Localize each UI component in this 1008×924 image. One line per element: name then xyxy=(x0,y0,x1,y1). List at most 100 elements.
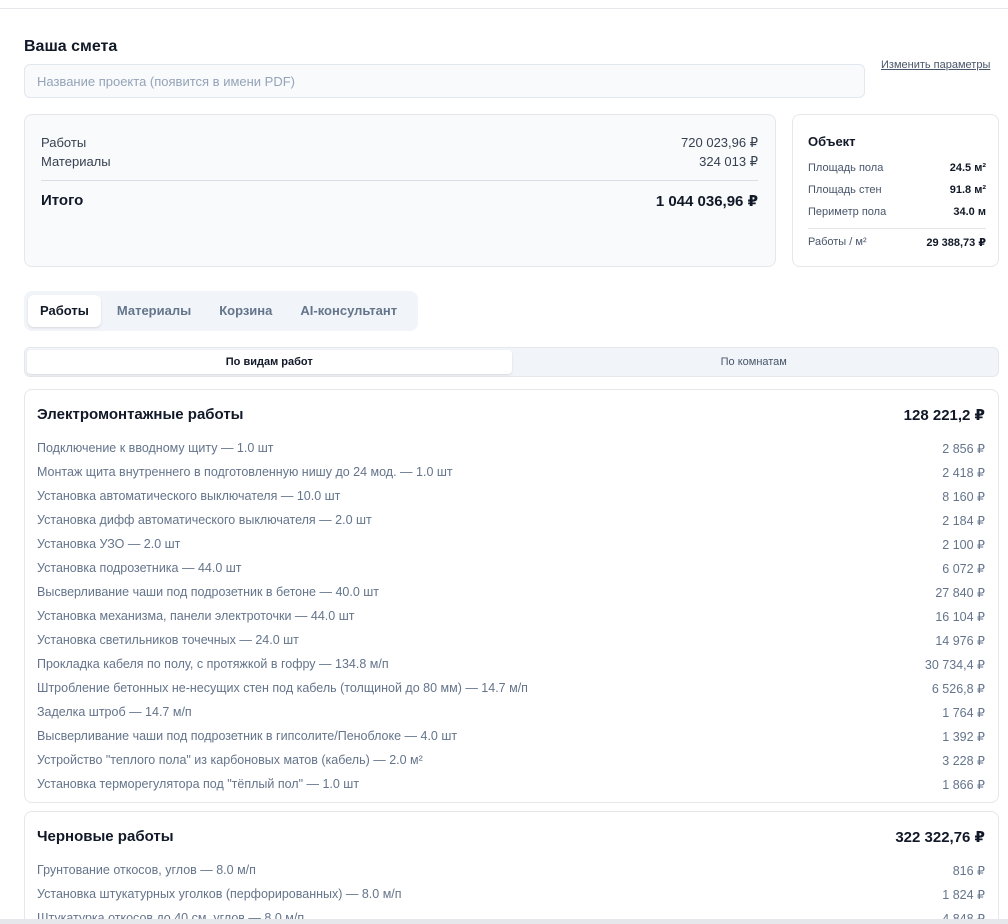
work-item-amount: 1 824 ₽ xyxy=(942,887,985,902)
work-item-name: Подключение к вводному щиту — 1.0 шт xyxy=(37,441,274,455)
group-title: Черновые работы xyxy=(37,828,174,845)
work-item-row: Заделка штроб — 14.7 м/п 1 764 ₽ xyxy=(37,700,985,724)
tab-ai-consultant[interactable]: AI-консультант xyxy=(288,295,409,327)
work-item-row: Прокладка кабеля по полу, с протяжкой в … xyxy=(37,652,985,676)
object-divider xyxy=(808,228,986,229)
work-item-row: Высверливание чаши под подрозетник в гип… xyxy=(37,724,985,748)
object-row-value: 91.8 м² xyxy=(949,184,986,196)
work-group-rough: Черновые работы 322 322,76 ₽ Грунтование… xyxy=(24,811,999,924)
group-total: 128 221,2 ₽ xyxy=(903,407,985,424)
work-item-name: Установка подрозетника — 44.0 шт xyxy=(37,561,242,575)
work-item-name: Установка светильников точечных — 24.0 ш… xyxy=(37,633,299,647)
view-toggle: По видам работ По комнатам xyxy=(24,347,999,377)
summary-works-label: Работы xyxy=(41,135,87,150)
summary-materials-value: 324 013 ₽ xyxy=(699,154,758,169)
summary-total-row: Итого 1 044 036,96 ₽ xyxy=(41,192,758,210)
group-total: 322 322,76 ₽ xyxy=(895,829,985,846)
work-item-amount: 16 104 ₽ xyxy=(935,609,985,624)
summary-divider xyxy=(41,180,758,181)
bottom-edge xyxy=(0,919,1008,924)
work-item-row: Установка УЗО — 2.0 шт 2 100 ₽ xyxy=(37,532,985,556)
work-item-amount: 30 734,4 ₽ xyxy=(924,657,985,672)
work-item-row: Установка автоматического выключателя — … xyxy=(37,484,985,508)
work-item-row: Монтаж щита внутреннего в подготовленную… xyxy=(37,460,985,484)
work-item-name: Заделка штроб — 14.7 м/п xyxy=(37,705,192,719)
work-item-name: Установка УЗО — 2.0 шт xyxy=(37,537,181,551)
work-item-row: Установка подрозетника — 44.0 шт 6 072 ₽ xyxy=(37,556,985,580)
work-item-row: Установка дифф автоматического выключате… xyxy=(37,508,985,532)
work-group-electrical: Электромонтажные работы 128 221,2 ₽ Подк… xyxy=(24,389,999,803)
top-divider xyxy=(0,8,1008,9)
object-wall-area-row: Площадь стен 91.8 м² xyxy=(808,184,986,196)
work-item-row: Установка штукатурных уголков (перфориро… xyxy=(37,882,985,906)
group-item-list: Грунтование откосов, углов — 8.0 м/п 816 … xyxy=(37,858,985,924)
main-tabs: Работы Материалы Корзина AI-консультант xyxy=(24,291,418,331)
object-row-label: Периметр пола xyxy=(808,206,887,218)
work-item-row: Установка терморегулятора под "тёплый по… xyxy=(37,772,985,796)
work-item-amount: 2 418 ₽ xyxy=(942,465,985,480)
tab-cart[interactable]: Корзина xyxy=(207,295,284,327)
object-card: Объект Площадь пола 24.5 м² Площадь стен… xyxy=(792,114,999,267)
work-item-row: Грунтование откосов, углов — 8.0 м/п 816 … xyxy=(37,858,985,882)
tab-works[interactable]: Работы xyxy=(28,295,101,327)
group-title: Электромонтажные работы xyxy=(37,406,244,423)
work-item-amount: 6 072 ₽ xyxy=(942,561,985,576)
work-item-amount: 816 ₽ xyxy=(952,863,985,878)
work-item-name: Установка штукатурных уголков (перфориро… xyxy=(37,887,402,901)
object-row-value: 34.0 м xyxy=(953,206,986,218)
page-title: Ваша смета xyxy=(24,38,118,55)
summary-total-value: 1 044 036,96 ₽ xyxy=(655,193,758,210)
summary-works-value: 720 023,96 ₽ xyxy=(681,135,758,150)
work-item-row: Установка механизма, панели электроточки… xyxy=(37,604,985,628)
group-item-list: Подключение к вводному щиту — 1.0 шт 2 85… xyxy=(37,436,985,796)
work-item-row: Подключение к вводному щиту — 1.0 шт 2 85… xyxy=(37,436,985,460)
summary-works-row: Работы 720 023,96 ₽ xyxy=(41,135,758,151)
work-item-amount: 8 160 ₽ xyxy=(942,489,985,504)
work-item-name: Высверливание чаши под подрозетник в бет… xyxy=(37,585,379,599)
object-row-label: Площадь стен xyxy=(808,184,882,196)
work-item-name: Установка механизма, панели электроточки… xyxy=(37,609,355,623)
object-row-value: 24.5 м² xyxy=(949,162,986,174)
summary-card: Работы 720 023,96 ₽ Материалы 324 013 ₽ … xyxy=(24,114,776,267)
work-item-name: Установка автоматического выключателя — … xyxy=(37,489,341,503)
object-row-label: Работы / м² xyxy=(808,236,867,248)
work-item-amount: 27 840 ₽ xyxy=(935,585,985,600)
work-item-amount: 1 392 ₽ xyxy=(942,729,985,744)
object-floor-area-row: Площадь пола 24.5 м² xyxy=(808,162,986,174)
object-row-value: 29 388,73 ₽ xyxy=(926,237,986,249)
work-item-row: Штробление бетонных не-несущих стен под … xyxy=(37,676,985,700)
work-item-name: Установка терморегулятора под "тёплый по… xyxy=(37,777,360,791)
group-header: Электромонтажные работы 128 221,2 ₽ xyxy=(37,406,985,424)
work-item-amount: 2 100 ₽ xyxy=(942,537,985,552)
work-item-name: Установка дифф автоматического выключате… xyxy=(37,513,372,527)
work-item-amount: 3 228 ₽ xyxy=(942,753,985,768)
view-by-work-type-button[interactable]: По видам работ xyxy=(27,350,512,374)
view-by-room-button[interactable]: По комнатам xyxy=(512,350,997,374)
tab-materials[interactable]: Материалы xyxy=(105,295,203,327)
work-item-name: Штробление бетонных не-несущих стен под … xyxy=(37,681,528,695)
work-item-name: Монтаж щита внутреннего в подготовленную… xyxy=(37,465,453,479)
work-item-amount: 2 184 ₽ xyxy=(942,513,985,528)
object-row-label: Площадь пола xyxy=(808,162,884,174)
project-name-input[interactable] xyxy=(24,64,865,98)
work-item-name: Высверливание чаши под подрозетник в гип… xyxy=(37,729,458,743)
work-item-amount: 6 526,8 ₽ xyxy=(931,681,985,696)
summary-materials-row: Материалы 324 013 ₽ xyxy=(41,154,758,170)
work-item-name: Грунтование откосов, углов — 8.0 м/п xyxy=(37,863,256,877)
work-item-row: Устройство "теплого пола" из карбоновых … xyxy=(37,748,985,772)
work-item-amount: 1 866 ₽ xyxy=(942,777,985,792)
summary-total-label: Итого xyxy=(41,192,84,209)
summary-materials-label: Материалы xyxy=(41,154,111,169)
work-item-row: Установка светильников точечных — 24.0 ш… xyxy=(37,628,985,652)
object-floor-perimeter-row: Периметр пола 34.0 м xyxy=(808,206,986,218)
edit-parameters-link[interactable]: Изменить параметры xyxy=(881,59,990,71)
object-title: Объект xyxy=(808,134,856,149)
work-item-row: Высверливание чаши под подрозетник в бет… xyxy=(37,580,985,604)
work-item-amount: 2 856 ₽ xyxy=(942,441,985,456)
work-item-name: Прокладка кабеля по полу, с протяжкой в … xyxy=(37,657,389,671)
work-item-amount: 14 976 ₽ xyxy=(935,633,985,648)
object-works-per-m2-row: Работы / м² 29 388,73 ₽ xyxy=(808,236,986,249)
group-header: Черновые работы 322 322,76 ₽ xyxy=(37,828,985,846)
work-item-name: Устройство "теплого пола" из карбоновых … xyxy=(37,753,423,767)
work-item-amount: 1 764 ₽ xyxy=(942,705,985,720)
